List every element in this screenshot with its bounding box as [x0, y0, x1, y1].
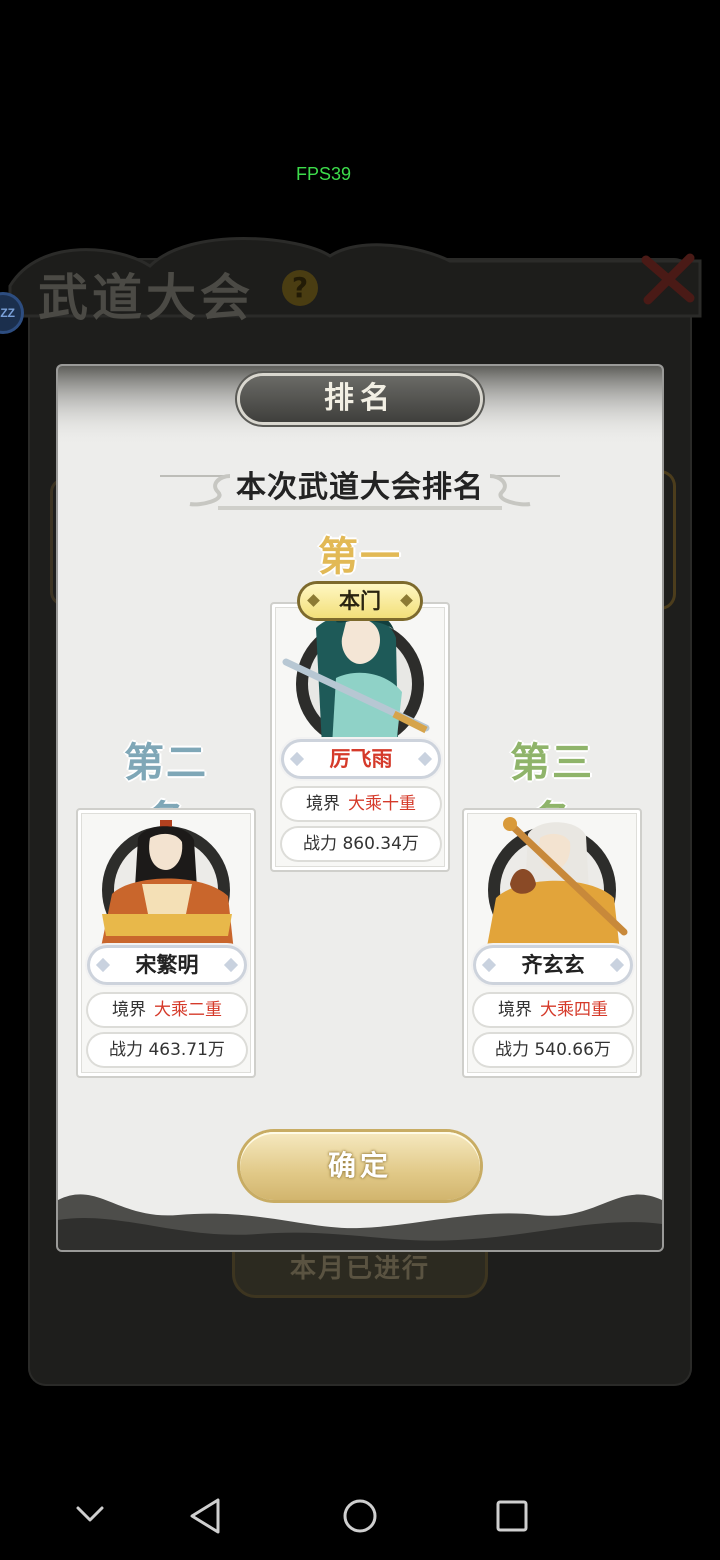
power-value: 463.71万: [148, 1040, 225, 1060]
subtitle-banner: 本次武道大会排名: [160, 456, 560, 516]
square-recents-icon[interactable]: [482, 1484, 542, 1544]
realm-label: 境界: [498, 1000, 532, 1020]
portrait-third: [468, 814, 636, 952]
screen: FPS39 武道大会 ? ZZ 本月已进行 排名 本次武道大会排名 第一 第二 …: [0, 0, 720, 1560]
power-value: 540.66万: [534, 1040, 611, 1060]
circle-home-icon[interactable]: [330, 1484, 390, 1544]
diamond-ornament: [417, 751, 433, 767]
diamond-ornament: [481, 957, 497, 973]
diamond-ornament: [95, 957, 111, 973]
player-name-second: 宋繁明: [90, 948, 244, 982]
triangle-back-icon[interactable]: [176, 1484, 236, 1544]
system-navbar: [0, 1470, 720, 1560]
modal-title: 排名: [240, 376, 480, 422]
subtitle-text: 本次武道大会排名: [236, 470, 484, 505]
power-value: 860.34万: [342, 834, 419, 854]
player-card-first[interactable]: 厉飞雨 境界 大乘十重 战力 860.34万: [270, 602, 450, 872]
power-label: 战力: [495, 1040, 530, 1060]
power-pill-second: 战力 463.71万: [88, 1034, 246, 1066]
player-card-third[interactable]: 齐玄玄 境界 大乘四重 战力 540.66万: [462, 808, 642, 1078]
diamond-ornament: [609, 957, 625, 973]
close-x-icon[interactable]: [640, 250, 696, 306]
realm-label: 境界: [306, 794, 340, 814]
diamond-ornament: [289, 751, 305, 767]
power-label: 战力: [303, 834, 338, 854]
faction-text: 本门: [339, 589, 381, 613]
faction-badge: 本门: [300, 584, 420, 618]
diamond-ornament: [400, 594, 413, 607]
realm-pill-third: 境界 大乘四重: [474, 994, 632, 1026]
background-title: 武道大会: [38, 268, 254, 327]
portrait-second: [82, 814, 250, 952]
realm-pill-first: 境界 大乘十重: [282, 788, 440, 820]
ranking-modal: 排名 本次武道大会排名 第一名 第二名 第三名: [58, 366, 662, 1250]
realm-value: 大乘十重: [348, 794, 416, 814]
power-label: 战力: [109, 1040, 144, 1060]
player-card-second[interactable]: 宋繁明 境界 大乘二重 战力 463.71万: [76, 808, 256, 1078]
fps-counter: FPS39: [296, 164, 352, 184]
portrait-first: [276, 608, 444, 746]
player-name-second-text: 宋繁明: [135, 953, 199, 977]
player-name-third-text: 齐玄玄: [521, 953, 585, 977]
realm-value: 大乘四重: [540, 1000, 608, 1020]
chevron-down-icon[interactable]: [60, 1484, 120, 1544]
player-name-first-text: 厉飞雨: [329, 747, 393, 771]
diamond-ornament: [223, 957, 239, 973]
player-name-third: 齐玄玄: [476, 948, 630, 982]
realm-label: 境界: [112, 1000, 146, 1020]
question-icon[interactable]: ?: [282, 270, 318, 306]
player-name-first: 厉飞雨: [284, 742, 438, 776]
power-pill-third: 战力 540.66万: [474, 1034, 632, 1066]
realm-value: 大乘二重: [154, 1000, 222, 1020]
confirm-button[interactable]: 确定: [240, 1132, 480, 1200]
diamond-ornament: [307, 594, 320, 607]
realm-pill-second: 境界 大乘二重: [88, 994, 246, 1026]
power-pill-first: 战力 860.34万: [282, 828, 440, 860]
